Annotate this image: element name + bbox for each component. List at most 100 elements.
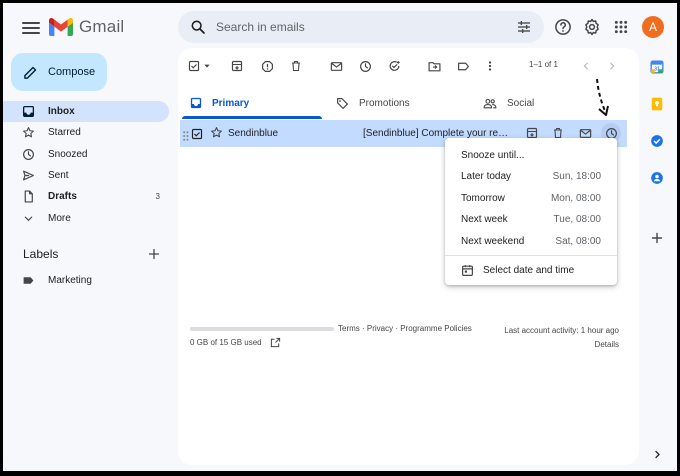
checkbox-icon xyxy=(188,60,200,72)
compose-button[interactable]: Compose xyxy=(11,53,107,91)
send-icon xyxy=(21,169,35,183)
sidebar-item-inbox[interactable]: Inbox xyxy=(3,101,169,123)
settings-gear-icon[interactable] xyxy=(582,17,602,37)
sidebar-item-more[interactable]: More xyxy=(3,207,169,228)
compose-label: Compose xyxy=(48,66,96,78)
sidebar-item-label: Inbox xyxy=(48,106,75,118)
prev-page-icon[interactable] xyxy=(578,58,594,74)
tab-label: Primary xyxy=(212,97,250,109)
tab-promotions[interactable]: Promotions xyxy=(336,90,410,116)
label-item-marketing[interactable]: Marketing xyxy=(3,270,169,290)
select-date-time-option[interactable]: Select date and time xyxy=(461,264,574,277)
search-icon[interactable] xyxy=(190,19,206,40)
calendar-app-icon[interactable]: 31 xyxy=(650,60,664,74)
snooze-option-time: Sun, 18:00 xyxy=(552,171,601,182)
sidebar-item-label: Sent xyxy=(48,170,69,182)
report-spam-icon[interactable] xyxy=(259,58,275,74)
row-checkbox[interactable] xyxy=(191,127,203,145)
sidebar-item-label: Snoozed xyxy=(48,148,88,160)
search-bar xyxy=(178,11,544,43)
drag-handle-icon[interactable] xyxy=(183,128,189,146)
move-to-icon[interactable] xyxy=(426,58,442,74)
label-name: Marketing xyxy=(48,274,92,286)
snooze-option-later-today[interactable]: Later today Sun, 18:00 xyxy=(461,171,601,185)
email-sender: Sendinblue xyxy=(228,128,279,139)
details-link[interactable]: Details xyxy=(504,338,619,352)
account-activity: Last account activity: 1 hour ago Detail… xyxy=(504,324,619,352)
menu-divider xyxy=(445,255,617,256)
snooze-option-time: Sat, 08:00 xyxy=(555,235,601,247)
storage-usage: 0 GB of 15 GB used xyxy=(190,337,281,348)
delete-icon[interactable] xyxy=(288,58,304,74)
pagination-text: 1–1 of 1 xyxy=(529,60,558,69)
snooze-option-label: Next week xyxy=(461,214,508,225)
sidebar-nav: Inbox Starred Snoozed Sent Drafts 3 More xyxy=(3,101,169,229)
draft-icon xyxy=(21,190,35,204)
help-icon[interactable] xyxy=(553,17,573,37)
snooze-option-time: Mon, 08:00 xyxy=(550,192,601,204)
sidebar-item-sent[interactable]: Sent xyxy=(3,165,169,186)
chevron-down-icon xyxy=(21,211,35,225)
gmail-window: Gmail A Compose Inbox xyxy=(3,3,677,471)
snooze-menu: Snooze until... Later today Sun, 18:00 T… xyxy=(445,138,617,285)
get-addons-icon[interactable] xyxy=(650,231,664,245)
snooze-option-time: Tue, 08:00 xyxy=(553,214,601,225)
sidebar-item-label: More xyxy=(48,212,71,224)
star-toggle-icon[interactable] xyxy=(210,126,223,144)
clock-icon xyxy=(21,147,35,161)
add-to-tasks-icon[interactable] xyxy=(386,58,402,74)
search-options-icon[interactable] xyxy=(516,19,532,40)
open-in-new-icon[interactable] xyxy=(270,337,281,348)
keep-app-icon[interactable] xyxy=(650,97,664,111)
search-input[interactable] xyxy=(216,17,496,37)
active-tab-indicator xyxy=(182,116,322,119)
select-date-time-label: Select date and time xyxy=(483,265,575,276)
snooze-option-tomorrow[interactable]: Tomorrow Mon, 08:00 xyxy=(461,193,601,207)
gmail-m-icon xyxy=(49,18,73,36)
svg-text:31: 31 xyxy=(654,67,660,73)
footer-links[interactable]: Terms · Privacy · Programme Policies xyxy=(338,324,472,333)
tab-primary[interactable]: Primary xyxy=(190,90,249,116)
people-icon xyxy=(483,97,497,110)
show-side-panel-icon[interactable] xyxy=(650,447,664,461)
pencil-icon xyxy=(23,65,38,80)
snooze-option-next-week[interactable]: Next week Tue, 08:00 xyxy=(461,214,601,228)
app-name: Gmail xyxy=(79,17,125,36)
snooze-menu-title: Snooze until... xyxy=(461,150,525,161)
more-vert-icon[interactable] xyxy=(482,58,498,74)
gmail-logo[interactable]: Gmail xyxy=(49,17,124,37)
tab-label: Social xyxy=(507,97,535,109)
add-label-icon[interactable] xyxy=(148,247,160,265)
sidebar-item-label: Starred xyxy=(48,127,81,139)
label-tag-icon xyxy=(21,273,35,287)
label-as-icon[interactable] xyxy=(455,58,471,74)
storage-usage-text: 0 GB of 15 GB used xyxy=(190,338,262,347)
star-icon xyxy=(21,126,35,140)
account-avatar[interactable]: A xyxy=(642,16,664,38)
inbox-icon xyxy=(190,97,202,109)
tab-social[interactable]: Social xyxy=(483,90,534,116)
calendar-icon xyxy=(461,264,474,277)
tab-label: Promotions xyxy=(359,97,410,109)
main-menu-icon[interactable] xyxy=(21,19,41,39)
tag-icon xyxy=(336,97,349,110)
snooze-option-next-weekend[interactable]: Next weekend Sat, 08:00 xyxy=(461,236,601,250)
archive-icon[interactable] xyxy=(229,58,245,74)
sidebar-item-drafts[interactable]: Drafts 3 xyxy=(3,186,169,207)
drafts-count: 3 xyxy=(155,192,160,202)
sidebar-item-starred[interactable]: Starred xyxy=(3,122,169,143)
snooze-icon[interactable] xyxy=(357,58,373,74)
mark-read-icon[interactable] xyxy=(328,58,344,74)
sidebar-item-snoozed[interactable]: Snoozed xyxy=(3,144,169,165)
select-checkbox-dropdown[interactable] xyxy=(188,58,214,74)
apps-grid-icon[interactable] xyxy=(611,17,631,37)
storage-progress-bar xyxy=(190,327,334,331)
annotation-arrow xyxy=(596,78,609,116)
tasks-app-icon[interactable] xyxy=(650,134,664,148)
sidebar-item-label: Drafts xyxy=(48,191,77,203)
last-activity-text: Last account activity: 1 hour ago xyxy=(504,326,619,335)
labels-heading: Labels xyxy=(23,247,59,261)
next-page-icon[interactable] xyxy=(604,58,620,74)
inbox-icon xyxy=(21,105,35,119)
contacts-app-icon[interactable] xyxy=(650,171,664,185)
